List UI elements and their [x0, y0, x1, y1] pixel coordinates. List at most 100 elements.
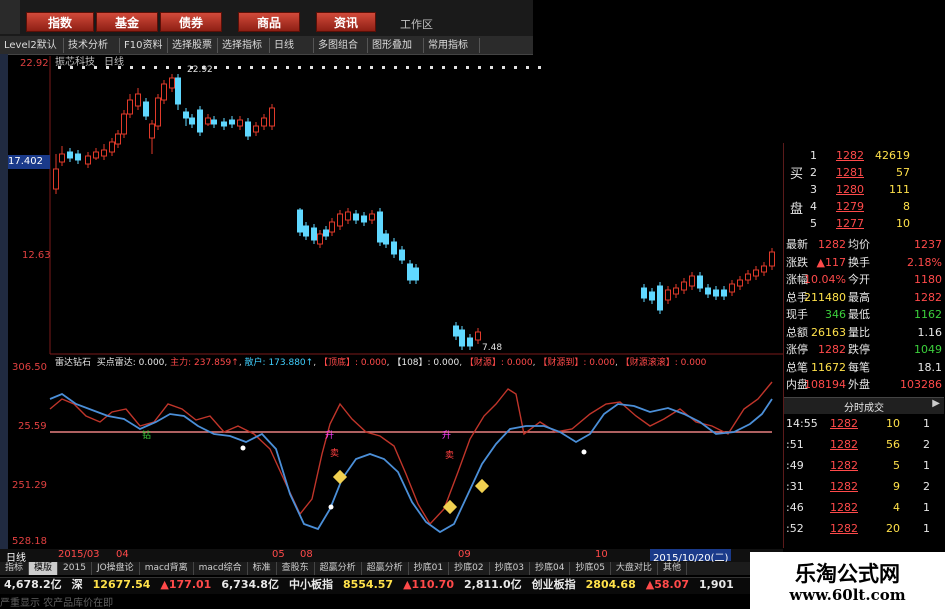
indicator-tab[interactable]: 指标 — [0, 562, 30, 575]
workarea-label[interactable]: 工作区 — [400, 16, 433, 32]
indicator-tab[interactable]: 抄底04 — [530, 562, 571, 575]
candle-body — [329, 221, 335, 233]
candle-body — [189, 117, 195, 125]
candle-body — [143, 101, 149, 117]
marker-dot — [286, 66, 289, 69]
menu-commodity[interactable]: 商品 — [238, 12, 300, 32]
footer-text: 严重显示 农产品库价在即 — [0, 598, 114, 609]
tool-tech-analysis[interactable]: 技术分析 — [64, 38, 120, 53]
ticker-item: 4,678.2亿 — [4, 578, 62, 591]
indicator-tab[interactable]: 抄底01 — [409, 562, 450, 575]
candle-body — [109, 141, 115, 153]
candle-body — [665, 289, 671, 301]
current-date: 2015/10/20(二) — [650, 549, 732, 564]
tool-level2[interactable]: Level2默认 — [0, 38, 64, 53]
stock-name: 振芯科技 — [55, 57, 95, 68]
quote-stat-row: 总笔 11672 每笔 18.1 — [786, 360, 942, 374]
menu-fund[interactable]: 基金 — [96, 12, 158, 32]
marker-dot — [274, 66, 277, 69]
order-row: 2 1281 57 — [810, 166, 910, 179]
tool-multi-chart[interactable]: 多图组合 — [314, 38, 368, 53]
date-tick: 08 — [300, 549, 313, 560]
indicator-tab[interactable]: 超赢分析 — [362, 562, 409, 575]
price-top-label: 22.92 — [20, 58, 49, 69]
marker-dot — [514, 66, 517, 69]
indicator-tab[interactable]: 其他 — [658, 562, 687, 575]
candle-body — [345, 211, 351, 221]
indicator-tab[interactable]: 抄底05 — [570, 562, 611, 575]
ticker-item: ▲58.07 — [645, 578, 690, 591]
menu-index[interactable]: 指数 — [26, 12, 94, 32]
indicator-tab[interactable]: JO操盘论 — [92, 562, 140, 575]
candle-body — [253, 125, 259, 133]
candle-body — [303, 225, 309, 237]
price-mid-label: 12.63 — [22, 250, 51, 261]
ticker-item: 创业板指 — [531, 578, 576, 591]
marker-dot — [226, 66, 229, 69]
ticker-item: 1,901 — [699, 578, 734, 591]
candle-body — [697, 275, 703, 289]
candle-body — [297, 209, 303, 233]
brand-title: 乐淘公式网 — [795, 561, 900, 586]
marker-dot — [346, 66, 349, 69]
candle-body — [169, 77, 175, 89]
marker-dot — [442, 66, 445, 69]
tool-f10[interactable]: F10资料 — [120, 38, 168, 53]
candle-body — [85, 155, 91, 165]
quote-stat-row: 内盘 108194 外盘 103286 — [786, 378, 942, 391]
indicator-tab[interactable]: 超赢分析 — [315, 562, 362, 575]
candle-body — [641, 287, 647, 299]
tool-common-indicators[interactable]: 常用指标 — [424, 38, 480, 53]
marker-dot — [142, 66, 145, 69]
signal-label: 钻 — [142, 431, 152, 441]
candle-body — [149, 123, 155, 139]
menu-bond[interactable]: 债券 — [160, 12, 222, 32]
marker-dot — [478, 66, 481, 69]
ticks-next-icon[interactable]: ▶ — [932, 398, 940, 409]
tool-overlay[interactable]: 图形叠加 — [368, 38, 424, 53]
indicator-tab[interactable]: 抄底03 — [490, 562, 531, 575]
quote-stat-row: 总手 211480 最高 1282 — [786, 290, 942, 304]
tick-row: :49 1282 5 1 — [786, 459, 930, 472]
candle-body — [121, 113, 127, 135]
signal-dot — [328, 504, 334, 510]
ticker-item: 2804.68 — [585, 578, 636, 591]
candle-body — [407, 263, 413, 281]
candle-body — [101, 149, 107, 157]
indicator-tab[interactable]: macd背离 — [140, 562, 194, 575]
candle-body — [391, 241, 397, 255]
marker-dot — [370, 66, 373, 69]
marker-dot — [178, 66, 181, 69]
marker-dot — [154, 66, 157, 69]
ind-label-bottom: 528.18 — [12, 536, 47, 547]
indicator-tab[interactable]: 大盘对比 — [611, 562, 658, 575]
candle-body — [453, 325, 459, 337]
ticker-item: 2,811.0亿 — [464, 578, 522, 591]
marker-dot — [238, 66, 241, 69]
kline-chart[interactable] — [0, 54, 783, 550]
indicator-tab[interactable]: 标准 — [248, 562, 277, 575]
marker-dot — [166, 66, 169, 69]
candle-body — [361, 215, 367, 223]
candle-body — [183, 111, 189, 119]
date-tick: 09 — [458, 549, 471, 560]
indicator-tab[interactable]: 模版 — [29, 562, 59, 575]
price-current-label: 17.402 — [8, 155, 50, 169]
tool-select-stock[interactable]: 选择股票 — [168, 38, 218, 53]
signal-label: 卖 — [445, 451, 455, 461]
indicator-tab[interactable]: 查股东 — [277, 562, 315, 575]
candle-body — [261, 117, 267, 127]
indicator-tab[interactable]: macd综合 — [194, 562, 248, 575]
indicator-tab[interactable]: 抄底02 — [449, 562, 490, 575]
candle-body — [649, 291, 655, 301]
candle-body — [713, 289, 719, 297]
tool-select-indicator[interactable]: 选择指标 — [218, 38, 270, 53]
candle-body — [237, 119, 243, 127]
low-marker: 7.48 — [482, 343, 503, 353]
candle-body — [721, 289, 727, 297]
menu-news[interactable]: 资讯 — [316, 12, 376, 32]
candle-body — [673, 287, 679, 295]
indicator-tab[interactable]: 2015 — [58, 562, 92, 575]
tool-daily[interactable]: 日线 — [270, 38, 314, 53]
brand-url: www.60lt.com — [789, 586, 906, 604]
